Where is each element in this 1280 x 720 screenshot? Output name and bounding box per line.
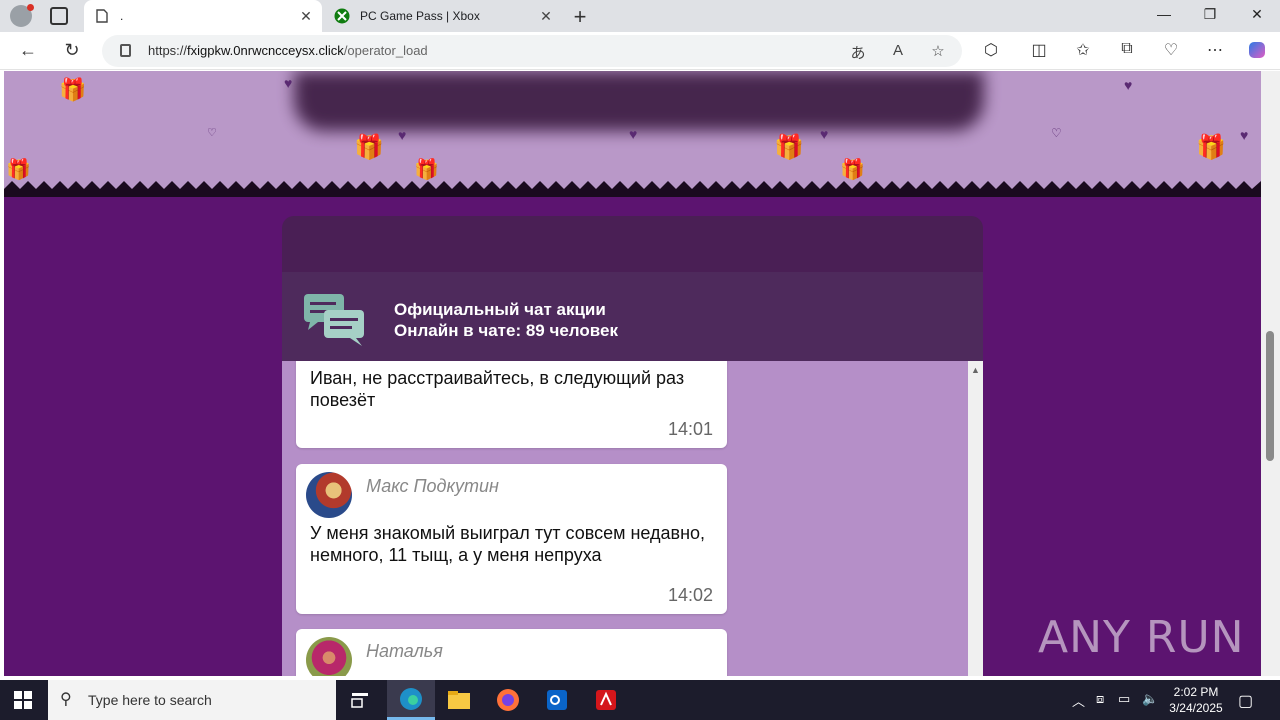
firefox-icon[interactable] bbox=[484, 680, 532, 720]
taskbar-search[interactable]: ⚲ Type here to search bbox=[48, 680, 336, 720]
heart-icon: ♡ bbox=[1051, 126, 1062, 140]
zigzag-border bbox=[4, 181, 1261, 197]
split-screen-icon[interactable]: ◫ bbox=[1028, 40, 1050, 60]
task-view-icon[interactable] bbox=[336, 680, 384, 720]
chat-header: Официальный чат акции Онлайн в чате: 89 … bbox=[282, 272, 983, 361]
chat-widget: Официальный чат акции Онлайн в чате: 89 … bbox=[282, 216, 983, 676]
chat-title: Официальный чат акции bbox=[394, 300, 606, 319]
address-bar[interactable]: https://fxigpkw.0nrwcncceysx.click/opera… bbox=[102, 35, 962, 67]
acrobat-icon[interactable] bbox=[582, 680, 630, 720]
favorites-icon[interactable]: ✩ bbox=[1072, 40, 1094, 60]
url-host: fxigpkw.0nrwcncceysx.click bbox=[187, 43, 344, 58]
chat-bubbles-icon bbox=[304, 294, 366, 351]
page-content: 🎁 ♥ ♡ 🎁 ♥ 🎁 ♥ ♥ 🎁 🎁 ♡ ♥ 🎁 ♥ 🎁 Официальны… bbox=[4, 71, 1261, 676]
notification-dot bbox=[27, 4, 34, 11]
chat-top-bar bbox=[282, 216, 983, 272]
heart-icon: ♥ bbox=[1240, 127, 1249, 143]
gift-icon: 🎁 bbox=[59, 77, 87, 102]
scrollbar-thumb[interactable] bbox=[1266, 331, 1274, 461]
online-count: Онлайн в чате: 89 человек bbox=[394, 321, 618, 340]
url-path: /operator_load bbox=[343, 43, 428, 58]
chat-scrollbar[interactable]: ▲ bbox=[968, 361, 983, 676]
clock-date: 3/24/2025 bbox=[1169, 701, 1223, 715]
gift-icon: 🎁 bbox=[354, 134, 384, 161]
chat-messages[interactable]: Иван, не расстраивайтесь, в следующий ра… bbox=[282, 361, 983, 676]
network-icon[interactable]: ▭ bbox=[1118, 691, 1130, 707]
refresh-icon[interactable]: ↻ bbox=[61, 40, 83, 61]
chat-message: Наталья bbox=[296, 629, 727, 676]
outlook-icon[interactable] bbox=[533, 680, 581, 720]
search-icon: ⚲ bbox=[60, 691, 72, 708]
message-text: У меня знакомый выиграл тут совсем недав… bbox=[310, 523, 706, 565]
gift-icon: 🎁 bbox=[774, 134, 804, 161]
translate-icon[interactable]: あ bbox=[848, 42, 868, 63]
tab-current[interactable]: . ✕ bbox=[84, 0, 322, 32]
url-text: https://fxigpkw.0nrwcncceysx.click/opera… bbox=[148, 43, 428, 58]
heart-icon: ♥ bbox=[284, 75, 293, 91]
search-placeholder: Type here to search bbox=[88, 692, 212, 708]
restore-icon[interactable]: ❐ bbox=[1200, 6, 1220, 23]
close-tab-icon[interactable]: ✕ bbox=[536, 8, 556, 25]
tab-title: PC Game Pass | Xbox bbox=[360, 9, 480, 23]
url-scheme: https:// bbox=[148, 43, 188, 58]
file-explorer-icon[interactable] bbox=[435, 680, 483, 720]
browser-essentials-icon[interactable]: ♡ bbox=[1160, 40, 1182, 60]
more-menu-icon[interactable]: ⋯ bbox=[1204, 40, 1226, 60]
notifications-icon[interactable]: ▢ bbox=[1238, 691, 1253, 711]
message-author: Макс Подкутин bbox=[366, 476, 499, 496]
volume-icon[interactable]: 🔈 bbox=[1142, 691, 1158, 707]
avatar bbox=[306, 472, 352, 518]
anyrun-watermark: ANY RUN bbox=[1038, 612, 1245, 663]
xbox-icon bbox=[334, 8, 350, 24]
message-time: 14:01 bbox=[667, 419, 713, 439]
page-scrollbar[interactable] bbox=[1261, 71, 1280, 676]
chat-message: Макс Подкутин У меня знакомый выиграл ту… bbox=[296, 464, 727, 614]
tab-strip: . ✕ PC Game Pass | Xbox ✕ + — ❐ ✕ bbox=[0, 0, 1280, 32]
minimize-icon[interactable]: — bbox=[1154, 6, 1174, 22]
windows-start-icon[interactable] bbox=[14, 691, 32, 709]
copilot-icon[interactable] bbox=[1246, 40, 1268, 65]
page-icon bbox=[94, 8, 110, 24]
message-time: 14:02 bbox=[667, 585, 713, 605]
back-icon[interactable]: ← bbox=[17, 40, 39, 61]
avatar bbox=[306, 637, 352, 676]
new-tab-icon[interactable]: + bbox=[568, 4, 592, 30]
decorative-banner: 🎁 ♥ ♡ 🎁 ♥ 🎁 ♥ ♥ 🎁 🎁 ♡ ♥ 🎁 ♥ 🎁 bbox=[4, 71, 1261, 191]
tab-title: . bbox=[120, 9, 124, 23]
lock-icon[interactable] bbox=[120, 44, 131, 57]
scroll-up-icon[interactable]: ▲ bbox=[971, 365, 980, 375]
message-text: Иван, не расстраивайтесь, в следующий ра… bbox=[310, 368, 685, 410]
system-clock[interactable]: 2:02 PM 3/24/2025 bbox=[1166, 684, 1226, 716]
heart-icon: ♥ bbox=[1124, 77, 1133, 93]
network-device-icon[interactable]: ⧈ bbox=[1096, 691, 1104, 707]
taskbar: ⚲ Type here to search ︿ ⧈ ▭ 🔈 2:02 PM 3/… bbox=[0, 680, 1280, 720]
message-author: Наталья bbox=[366, 641, 443, 661]
heart-icon: ♥ bbox=[820, 126, 829, 142]
chat-message: Иван, не расстраивайтесь, в следующий ра… bbox=[296, 361, 727, 448]
blurred-header bbox=[294, 71, 984, 131]
extensions-icon[interactable]: ⬡ bbox=[980, 40, 1002, 60]
close-tab-icon[interactable]: ✕ bbox=[296, 8, 316, 25]
close-window-icon[interactable]: ✕ bbox=[1247, 6, 1267, 23]
show-hidden-icons[interactable]: ︿ bbox=[1072, 691, 1085, 710]
favorite-star-icon[interactable]: ☆ bbox=[928, 42, 948, 60]
gift-icon: 🎁 bbox=[1196, 134, 1226, 161]
read-aloud-icon[interactable]: A bbox=[888, 42, 908, 59]
heart-icon: ♥ bbox=[629, 126, 638, 142]
tab-xbox[interactable]: PC Game Pass | Xbox ✕ bbox=[324, 0, 562, 32]
edge-icon[interactable] bbox=[387, 680, 435, 720]
collections-icon[interactable]: ⧉ bbox=[1116, 40, 1138, 58]
heart-icon: ♡ bbox=[207, 127, 217, 139]
clock-time: 2:02 PM bbox=[1173, 685, 1219, 699]
heart-icon: ♥ bbox=[398, 127, 407, 143]
tab-actions-icon[interactable] bbox=[50, 7, 68, 25]
